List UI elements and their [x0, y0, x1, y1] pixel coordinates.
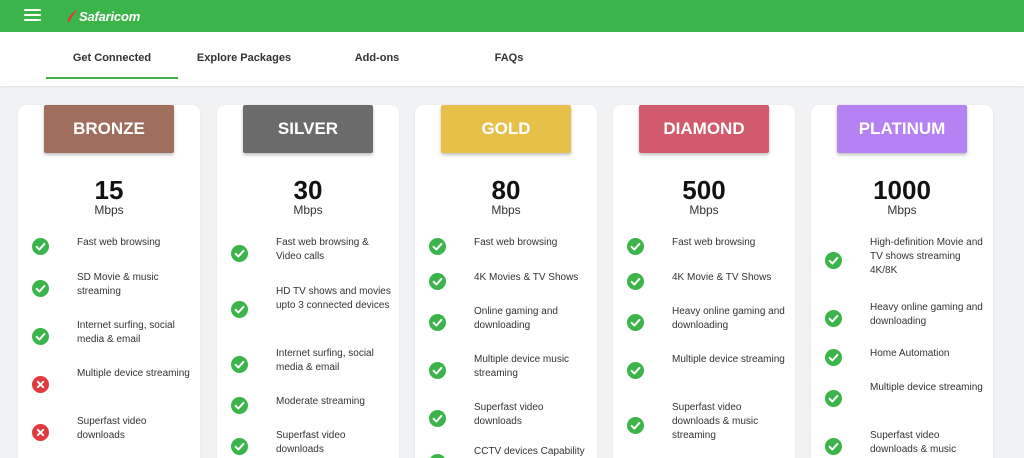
feature-text: Superfast video downloads & music stream… [672, 402, 759, 441]
tab-label: Explore Packages [196, 52, 292, 64]
plan-speed: 500 [682, 175, 726, 205]
top-bar: Safaricom [0, 0, 1024, 32]
plan-card-bronze[interactable]: BRONZE 15 Mbps Fast web browsing SD Movie & … [18, 105, 200, 458]
tab-add-ons[interactable]: Add-ons [340, 32, 414, 86]
check-circle-icon [627, 362, 644, 379]
feature-text: Fast web browsing [77, 237, 161, 248]
feature-text: Internet surfing, social media & email [77, 320, 175, 345]
x-circle-icon [32, 424, 49, 441]
feature-text: Heavy online gaming and downloading [870, 302, 983, 327]
plan-speed: 30 [293, 175, 323, 205]
feature-text: Superfast video downloads [474, 402, 544, 427]
plan-name-badge: GOLD [441, 105, 571, 153]
feature-text: High-definition Movie and TV shows strea… [870, 237, 983, 276]
feature-text: Home Automation [870, 348, 950, 359]
feature-text: Fast web browsing [474, 237, 558, 248]
logo-swoosh-icon [67, 10, 77, 22]
plan-name-badge: DIAMOND [639, 105, 769, 153]
check-circle-icon [825, 310, 842, 327]
check-circle-icon [32, 328, 49, 345]
plan-speed-unit: Mbps [887, 203, 917, 217]
feature-text: Superfast video downloads [276, 430, 346, 455]
feature-text: Moderate streaming [276, 396, 365, 407]
feature-text: HD TV shows and movies upto 3 connected … [276, 286, 391, 311]
safaricom-logo[interactable]: Safaricom [66, 6, 140, 26]
check-circle-icon [430, 454, 445, 458]
feature-text: 4K Movie & TV Shows [672, 272, 772, 283]
feature-text: CCTV devices Capability [474, 446, 585, 457]
check-circle-icon [627, 314, 644, 331]
plan-card-platinum[interactable]: PLATINUM 1000 Mbps High-definition Movie an… [811, 105, 993, 458]
feature-text: Heavy online gaming and downloading [672, 306, 785, 331]
check-circle-icon [627, 238, 644, 255]
check-circle-icon [231, 397, 248, 414]
plan-speed: 80 [491, 175, 521, 205]
feature-text: Superfast video downloads & music [870, 430, 957, 455]
check-circle-icon [231, 438, 248, 455]
plan-speed-unit: Mbps [689, 203, 719, 217]
feature-text: 4K Movies & TV Shows [474, 272, 579, 283]
check-circle-icon [825, 252, 842, 269]
tab-explore-packages[interactable]: Explore Packages [190, 32, 298, 86]
check-circle-icon [231, 356, 248, 373]
feature-text: Fast web browsing [672, 237, 756, 248]
feature-text: Superfast video downloads [77, 416, 147, 441]
check-circle-icon [825, 438, 842, 455]
plan-speed: 1000 [873, 175, 931, 205]
x-circle-icon [32, 376, 49, 393]
check-circle-icon [429, 238, 446, 255]
plan-speed-unit: Mbps [293, 203, 323, 217]
plan-card-gold[interactable]: GOLD 80 Mbps Fast web browsing 4K Movies & T… [415, 105, 597, 458]
feature-text: Online gaming and downloading [474, 306, 558, 331]
check-circle-icon [627, 273, 644, 290]
feature-text: Multiple device streaming [672, 354, 785, 365]
tab-label: Add-ons [354, 52, 400, 64]
check-circle-icon [231, 245, 248, 262]
tab-label: Get Connected [72, 52, 152, 64]
plan-name-badge: SILVER [243, 105, 373, 153]
logo-text: Safaricom [79, 8, 141, 24]
check-circle-icon [429, 314, 446, 331]
tab-label: FAQs [494, 52, 524, 64]
check-circle-icon [429, 273, 446, 290]
feature-text: Multiple device streaming [870, 382, 983, 393]
plan-speed-unit: Mbps [491, 203, 521, 217]
plan-name-badge: PLATINUM [837, 105, 967, 153]
check-circle-icon [627, 417, 644, 434]
feature-text: Multiple device music streaming [474, 354, 570, 379]
feature-text: Multiple device streaming [77, 368, 190, 379]
plan-card-silver[interactable]: SILVER 30 Mbps Fast web browsing & Video ca… [217, 105, 399, 458]
check-circle-icon [231, 301, 248, 318]
check-circle-icon [429, 410, 446, 427]
tab-get-connected[interactable]: Get Connected [46, 32, 178, 86]
tab-bar: Get Connected Explore Packages Add-ons F… [0, 32, 1024, 86]
plan-speed-unit: Mbps [94, 203, 124, 217]
check-circle-icon [825, 349, 842, 366]
feature-text: Internet surfing, social media & email [276, 348, 374, 373]
tab-faqs[interactable]: FAQs [476, 32, 542, 86]
plan-speed: 15 [94, 175, 124, 205]
plan-card-diamond[interactable]: DIAMOND 500 Mbps Fast web browsing 4K Movie … [613, 105, 795, 458]
hamburger-menu-icon[interactable] [24, 9, 41, 21]
feature-text: Fast web browsing & Video calls [276, 237, 369, 262]
feature-text: SD Movie & music streaming [77, 272, 159, 297]
check-circle-icon [32, 280, 49, 297]
check-circle-icon [32, 238, 49, 255]
check-circle-icon [825, 390, 842, 407]
plan-name-badge: BRONZE [44, 105, 174, 153]
check-circle-icon [429, 362, 446, 379]
